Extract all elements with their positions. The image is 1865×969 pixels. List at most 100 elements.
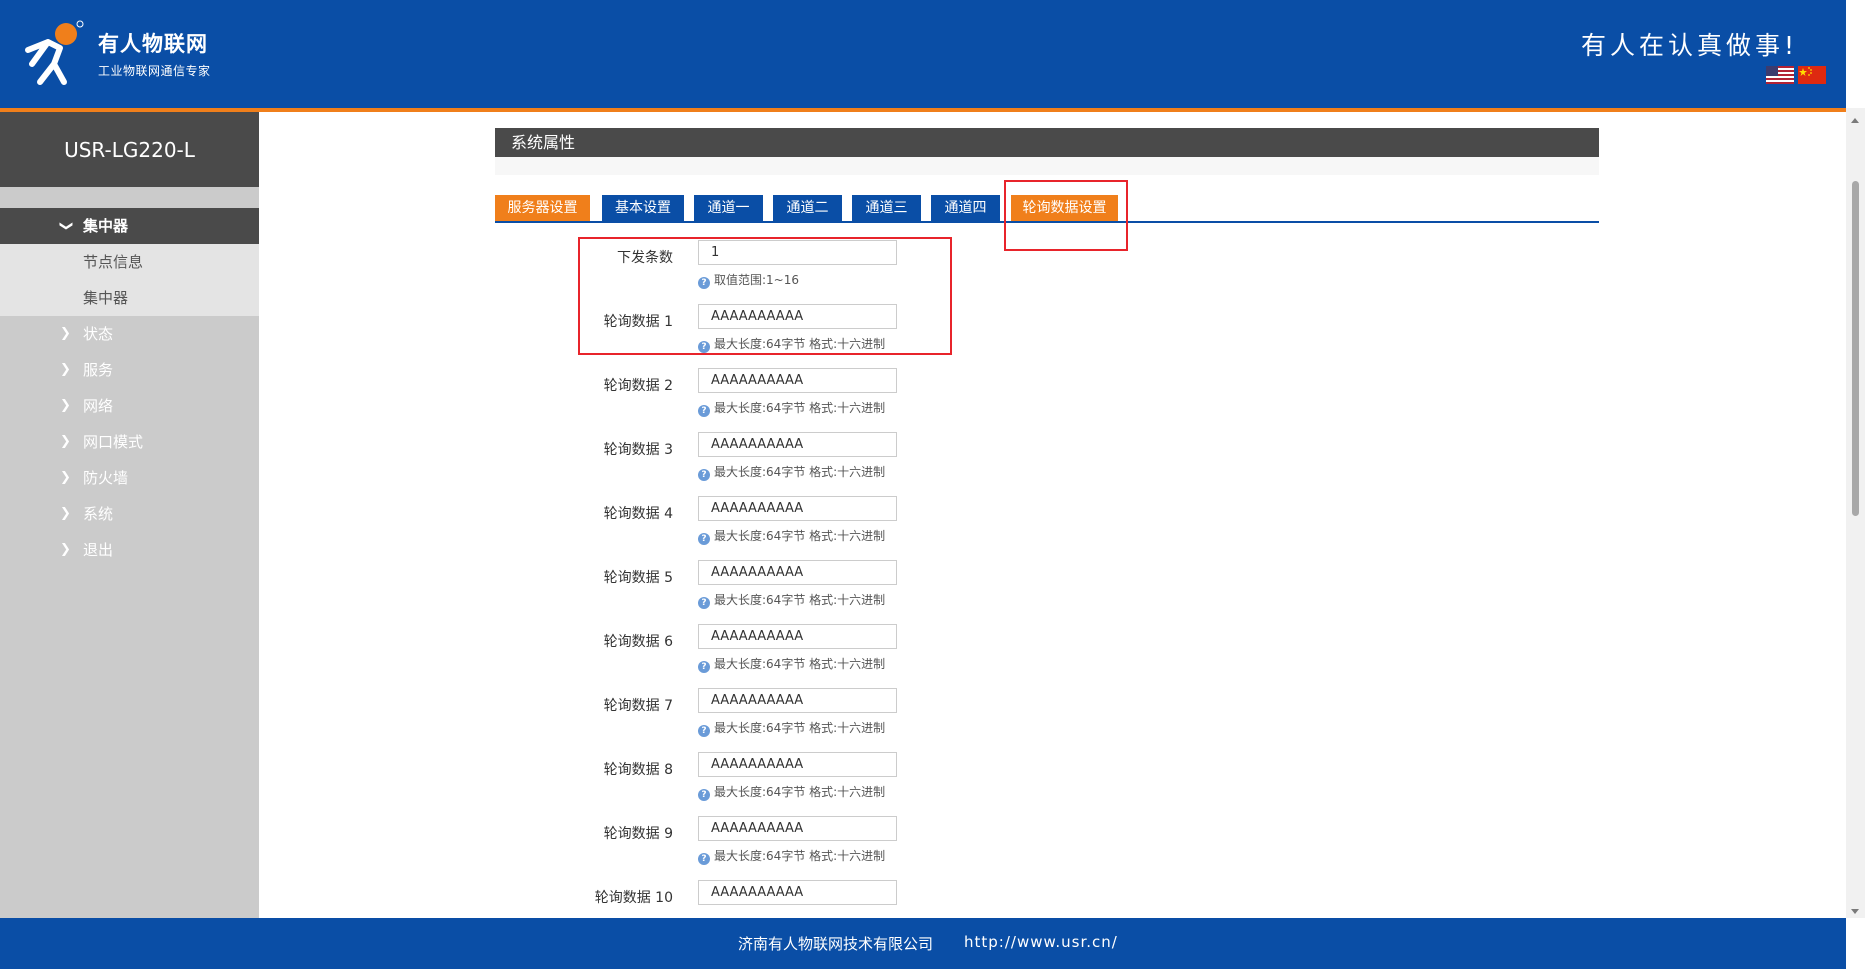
sidebar-menu: ❯ 集中器 节点信息 集中器 ❯ 状态 ❯ 服务 ❯ 网络 ❯ 网口模式 ❯ 防…: [0, 208, 259, 568]
form-row-poll-4: 轮询数据 4 ? 最大长度:64字节 格式:十六进制: [495, 496, 995, 556]
sidebar-item-label: 状态: [83, 325, 114, 343]
sidebar-item-label: 集中器: [83, 217, 129, 235]
help-icon: ?: [698, 789, 710, 801]
poll-data-8-input[interactable]: [698, 752, 897, 777]
help-icon: ?: [698, 725, 710, 737]
chevron-right-icon: ❯: [60, 434, 71, 449]
sidebar-item-concentrator[interactable]: ❯ 集中器: [0, 208, 259, 244]
sidebar-item-label: 网络: [83, 397, 114, 415]
hint-text: 最大长度:64字节 格式:十六进制: [714, 721, 886, 735]
footer: 济南有人物联网技术有限公司 http://www.usr.cn/: [0, 918, 1846, 969]
sidebar: USR-LG220-L ❯ 集中器 节点信息 集中器 ❯ 状态 ❯ 服务 ❯ 网…: [0, 112, 259, 918]
slogan: 有人在认真做事!: [1580, 31, 1798, 60]
chevron-right-icon: ❯: [60, 542, 71, 557]
field-hint: ? 最大长度:64字节 格式:十六进制: [698, 719, 885, 737]
field-label: 轮询数据 3: [603, 442, 673, 458]
sidebar-item-logout[interactable]: ❯ 退出: [0, 532, 259, 568]
sidebar-item-port-mode[interactable]: ❯ 网口模式: [0, 424, 259, 460]
field-hint: ? 最大长度:64字节 格式:十六进制: [698, 591, 885, 609]
poll-data-6-input[interactable]: [698, 624, 897, 649]
section-spacer: [495, 157, 1599, 175]
field-label: 轮询数据 8: [603, 762, 673, 778]
field-label: 轮询数据 7: [603, 698, 673, 714]
footer-link[interactable]: http://www.usr.cn/: [964, 933, 1118, 951]
top-header: 有人物联网 工业物联网通信专家 有人在认真做事!: [0, 0, 1846, 108]
help-icon: ?: [698, 661, 710, 673]
help-icon: ?: [698, 405, 710, 417]
hint-text: 最大长度:64字节 格式:十六进制: [714, 785, 886, 799]
field-hint: ? 最大长度:64字节 格式:十六进制: [698, 527, 885, 545]
chevron-right-icon: ❯: [60, 326, 71, 341]
header-accent-line: [0, 108, 1846, 112]
chevron-down-icon: ❯: [58, 220, 74, 232]
form-row-poll-5: 轮询数据 5 ? 最大长度:64字节 格式:十六进制: [495, 560, 995, 620]
poll-data-2-input[interactable]: [698, 368, 897, 393]
help-icon: ?: [698, 533, 710, 545]
cn-flag-icon[interactable]: [1798, 66, 1826, 84]
field-hint: ? 最大长度:64字节 格式:十六进制: [698, 463, 885, 481]
field-hint: ? 最大长度:64字节 格式:十六进制: [698, 655, 885, 673]
tab-channel-3[interactable]: 通道三: [852, 195, 921, 221]
sidebar-subitem-node-info[interactable]: 节点信息: [0, 244, 259, 280]
field-label: 轮询数据 6: [603, 634, 673, 650]
highlight-box-tab: [1004, 180, 1128, 251]
sidebar-subitem-concentrator[interactable]: 集中器: [0, 280, 259, 316]
field-hint: ? 最大长度:64字节 格式:十六进制: [698, 847, 885, 865]
hint-text: 最大长度:64字节 格式:十六进制: [714, 465, 886, 479]
form-row-poll-6: 轮询数据 6 ? 最大长度:64字节 格式:十六进制: [495, 624, 995, 684]
form-row-poll-8: 轮询数据 8 ? 最大长度:64字节 格式:十六进制: [495, 752, 995, 812]
logo-icon: [25, 20, 84, 85]
hint-text: 最大长度:64字节 格式:十六进制: [714, 593, 886, 607]
sidebar-item-firewall[interactable]: ❯ 防火墙: [0, 460, 259, 496]
scroll-down-icon[interactable]: [1851, 909, 1859, 914]
poll-data-3-input[interactable]: [698, 432, 897, 457]
sidebar-item-services[interactable]: ❯ 服务: [0, 352, 259, 388]
hint-text: 最大长度:64字节 格式:十六进制: [714, 849, 886, 863]
field-label: 轮询数据 4: [603, 506, 673, 522]
us-flag-icon[interactable]: [1766, 66, 1794, 84]
sidebar-item-label: 服务: [83, 361, 114, 379]
form-row-poll-3: 轮询数据 3 ? 最大长度:64字节 格式:十六进制: [495, 432, 995, 492]
help-icon: ?: [698, 469, 710, 481]
sidebar-item-network[interactable]: ❯ 网络: [0, 388, 259, 424]
tab-channel-1[interactable]: 通道一: [694, 195, 763, 221]
tab-channel-4[interactable]: 通道四: [931, 195, 1000, 221]
page-scrollbar[interactable]: [1846, 108, 1865, 918]
tab-basic-settings[interactable]: 基本设置: [602, 195, 684, 221]
field-label: 轮询数据 5: [603, 570, 673, 586]
brand-tagline: 工业物联网通信专家: [98, 64, 211, 78]
hint-text: 最大长度:64字节 格式:十六进制: [714, 657, 886, 671]
sidebar-item-label: 集中器: [83, 289, 129, 307]
form-row-poll-9: 轮询数据 9 ? 最大长度:64字节 格式:十六进制: [495, 816, 995, 876]
poll-data-7-input[interactable]: [698, 688, 897, 713]
poll-data-10-input[interactable]: [698, 880, 897, 905]
device-model: USR-LG220-L: [0, 112, 259, 187]
sidebar-item-label: 网口模式: [83, 433, 144, 451]
sidebar-item-label: 系统: [83, 505, 114, 523]
scroll-up-icon[interactable]: [1851, 118, 1859, 123]
scroll-thumb[interactable]: [1852, 181, 1859, 516]
field-label: 轮询数据 10: [594, 890, 673, 906]
sidebar-item-label: 节点信息: [83, 253, 144, 271]
hint-text: 最大长度:64字节 格式:十六进制: [714, 401, 886, 415]
poll-data-4-input[interactable]: [698, 496, 897, 521]
chevron-right-icon: ❯: [60, 362, 71, 377]
tab-channel-2[interactable]: 通道二: [773, 195, 842, 221]
sidebar-item-label: 防火墙: [83, 469, 129, 487]
highlight-box-fields: [578, 237, 952, 355]
poll-data-5-input[interactable]: [698, 560, 897, 585]
section-title: 系统属性: [495, 128, 1599, 157]
sidebar-item-system[interactable]: ❯ 系统: [0, 496, 259, 532]
field-label: 轮询数据 9: [603, 826, 673, 842]
field-hint: ? 最大长度:64字节 格式:十六进制: [698, 783, 885, 801]
form-row-poll-2: 轮询数据 2 ? 最大长度:64字节 格式:十六进制: [495, 368, 995, 428]
help-icon: ?: [698, 853, 710, 865]
poll-data-9-input[interactable]: [698, 816, 897, 841]
tab-server-settings[interactable]: 服务器设置: [495, 195, 590, 221]
field-label: 轮询数据 2: [603, 378, 673, 394]
form-row-poll-7: 轮询数据 7 ? 最大长度:64字节 格式:十六进制: [495, 688, 995, 748]
help-icon: ?: [698, 597, 710, 609]
sidebar-item-status[interactable]: ❯ 状态: [0, 316, 259, 352]
hint-text: 最大长度:64字节 格式:十六进制: [714, 529, 886, 543]
chevron-right-icon: ❯: [60, 506, 71, 521]
